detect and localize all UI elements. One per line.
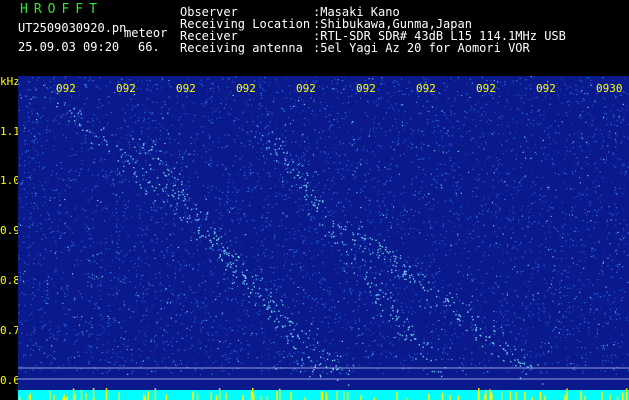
time-tick-4: 092 <box>236 82 256 95</box>
time-tick-7: 092 <box>416 82 436 95</box>
y-tick-4: 0.8 <box>0 274 20 287</box>
time-tick-9: 092 <box>536 82 556 95</box>
time-tick-10: 0930 <box>596 82 623 95</box>
header-panel: HROFFT UT2509030920.pn meteor 25.09.03 0… <box>0 0 629 76</box>
antenna-label: Receiving antenna <box>180 41 303 55</box>
y-tick-1: 1.1 <box>0 125 20 138</box>
baseline-band <box>18 390 629 400</box>
y-tick-6: 0.6 <box>0 374 20 387</box>
time-tick-8: 092 <box>476 82 496 95</box>
time-tick-6: 092 <box>356 82 376 95</box>
time-tick-2: 092 <box>116 82 136 95</box>
mode-label: meteor <box>124 26 168 40</box>
y-tick-2: 1.0 <box>0 174 20 187</box>
count-value: 66. <box>138 40 160 54</box>
spectrogram <box>18 76 629 400</box>
y-tick-3: 0.9 <box>0 224 20 237</box>
time-tick-5: 092 <box>296 82 316 95</box>
antenna-value: :5el Yagi Az 20 for Aomori VOR <box>313 41 530 55</box>
datetime: 25.09.03 09:20 <box>18 40 120 54</box>
time-tick-3: 092 <box>176 82 196 95</box>
app-title: HROFFT <box>20 2 103 17</box>
time-tick-1: 092 <box>56 82 76 95</box>
y-tick-5: 0.7 <box>0 324 20 337</box>
unit-label: kHz <box>0 75 20 88</box>
file-name: UT2509030920.pn <box>18 21 127 35</box>
